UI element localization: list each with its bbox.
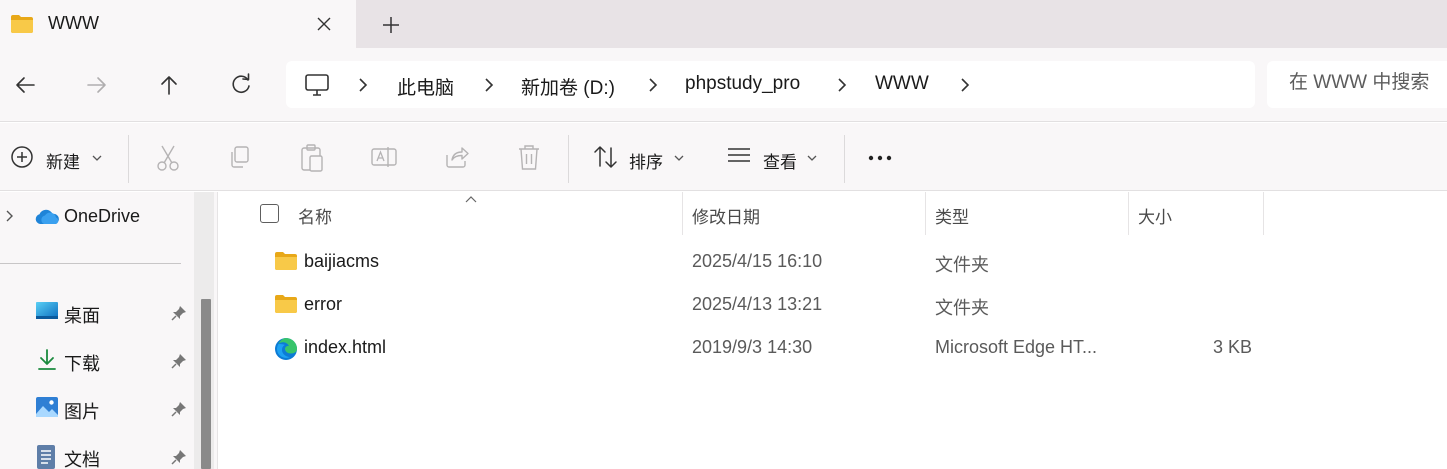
command-bar: 新建 排序 查看	[0, 123, 1447, 191]
pin-icon[interactable]	[170, 352, 188, 375]
sidebar-scrollbar-thumb[interactable]	[201, 299, 211, 469]
delete-icon[interactable]	[516, 143, 542, 173]
pin-icon[interactable]	[170, 448, 188, 469]
breadcrumb-drive-d[interactable]: 新加卷 (D:)	[521, 73, 615, 100]
folder-icon	[10, 14, 34, 39]
column-divider[interactable]	[1263, 192, 1264, 235]
file-row[interactable]: baijiacms 2025/4/15 16:10 文件夹	[220, 241, 1447, 284]
column-header-date[interactable]: 修改日期	[683, 192, 925, 236]
chevron-right-icon[interactable]	[646, 75, 660, 95]
file-name: index.html	[304, 337, 387, 357]
pictures-icon	[35, 396, 59, 423]
copy-icon[interactable]	[227, 143, 253, 173]
sidebar-item-onedrive[interactable]: OneDrive	[0, 196, 190, 236]
column-header-label: 名称	[298, 208, 332, 227]
rename-icon[interactable]	[370, 143, 398, 173]
file-name: baijiacms	[304, 251, 380, 271]
pin-icon[interactable]	[170, 304, 188, 327]
file-date: 2019/9/3 14:30	[692, 337, 813, 357]
file-name: error	[304, 294, 343, 314]
forward-icon[interactable]	[82, 70, 112, 100]
toolbar-divider	[568, 135, 569, 183]
documents-icon	[35, 444, 57, 469]
chevron-right-icon[interactable]	[958, 75, 972, 95]
file-date: 2025/4/15 16:10	[692, 251, 823, 271]
file-row[interactable]: index.html 2019/9/3 14:30 Microsoft Edge…	[220, 327, 1447, 370]
toolbar-divider	[844, 135, 845, 183]
address-bar[interactable]: 此电脑 新加卷 (D:) phpstudy_pro WWW	[286, 61, 1255, 108]
sidebar-item-label: 下载	[64, 354, 100, 374]
sidebar-item-label: 桌面	[64, 306, 100, 326]
chevron-right-icon[interactable]	[4, 208, 16, 229]
sidebar-item-label: 图片	[64, 402, 100, 422]
sort-icon[interactable]	[592, 143, 620, 173]
view-icon[interactable]	[726, 145, 752, 175]
tab-title: WWW	[48, 13, 99, 33]
onedrive-icon	[34, 209, 60, 230]
search-input[interactable]	[1289, 72, 1447, 94]
chevron-down-icon[interactable]	[806, 150, 818, 180]
sidebar-item-downloads[interactable]: 下载	[0, 340, 190, 380]
file-date: 2025/4/13 13:21	[692, 294, 823, 314]
chevron-right-icon[interactable]	[482, 75, 496, 95]
download-icon	[35, 348, 59, 377]
title-bar: WWW	[0, 0, 1447, 48]
file-type: 文件夹	[935, 298, 989, 318]
chevron-down-icon[interactable]	[673, 150, 685, 180]
column-header-type[interactable]: 类型	[926, 192, 1128, 236]
cut-icon[interactable]	[155, 143, 181, 173]
new-tab-icon[interactable]	[378, 12, 404, 38]
folder-icon	[274, 294, 298, 319]
toolbar-divider	[128, 135, 129, 183]
navigation-pane: OneDrive 桌面 下载 图片 文档	[0, 192, 218, 469]
column-header-size[interactable]: 大小	[1129, 192, 1263, 236]
new-plus-icon[interactable]	[10, 143, 36, 173]
file-size: 3 KB	[1212, 337, 1252, 357]
select-all-checkbox[interactable]	[260, 204, 279, 223]
desktop-icon	[35, 300, 59, 327]
sidebar-item-label: OneDrive	[64, 206, 141, 226]
column-header-label: 修改日期	[692, 208, 760, 227]
sidebar-divider	[0, 263, 181, 264]
close-tab-icon[interactable]	[312, 12, 336, 36]
computer-icon	[304, 73, 330, 102]
column-header-label: 类型	[935, 208, 969, 227]
column-header-name[interactable]: 名称	[220, 192, 682, 236]
sidebar-item-desktop[interactable]: 桌面	[0, 292, 190, 332]
view-button[interactable]: 查看	[763, 148, 797, 173]
column-header-label: 大小	[1138, 208, 1172, 227]
sidebar-item-label: 文档	[64, 450, 100, 469]
folder-icon	[274, 251, 298, 276]
share-icon[interactable]	[443, 143, 471, 173]
breadcrumb-phpstudy-pro[interactable]: phpstudy_pro	[685, 73, 800, 95]
sidebar-item-pictures[interactable]: 图片	[0, 388, 190, 428]
chevron-down-icon[interactable]	[91, 150, 103, 180]
paste-icon[interactable]	[299, 143, 325, 173]
chevron-right-icon[interactable]	[835, 75, 849, 95]
new-button[interactable]: 新建	[46, 148, 80, 173]
more-options-icon[interactable]	[866, 149, 896, 179]
edge-icon	[274, 337, 298, 366]
refresh-icon[interactable]	[226, 70, 256, 100]
file-list: 名称 修改日期 类型 大小 baijiacms 2025/4/15 16:10 …	[220, 192, 1447, 469]
search-box[interactable]	[1267, 61, 1447, 108]
back-icon[interactable]	[10, 70, 40, 100]
sort-ascending-icon	[464, 192, 478, 210]
pin-icon[interactable]	[170, 400, 188, 423]
up-icon[interactable]	[154, 70, 184, 100]
sidebar-item-documents[interactable]: 文档	[0, 436, 190, 469]
tab-www[interactable]: WWW	[0, 0, 356, 48]
file-type: 文件夹	[935, 255, 989, 275]
navigation-row: 此电脑 新加卷 (D:) phpstudy_pro WWW	[0, 48, 1447, 122]
breadcrumb-www[interactable]: WWW	[875, 73, 929, 95]
file-row[interactable]: error 2025/4/13 13:21 文件夹	[220, 284, 1447, 327]
sort-button[interactable]: 排序	[629, 148, 663, 173]
file-type: Microsoft Edge HT...	[935, 337, 1098, 357]
breadcrumb-this-pc[interactable]: 此电脑	[397, 73, 454, 100]
chevron-right-icon[interactable]	[356, 75, 370, 95]
